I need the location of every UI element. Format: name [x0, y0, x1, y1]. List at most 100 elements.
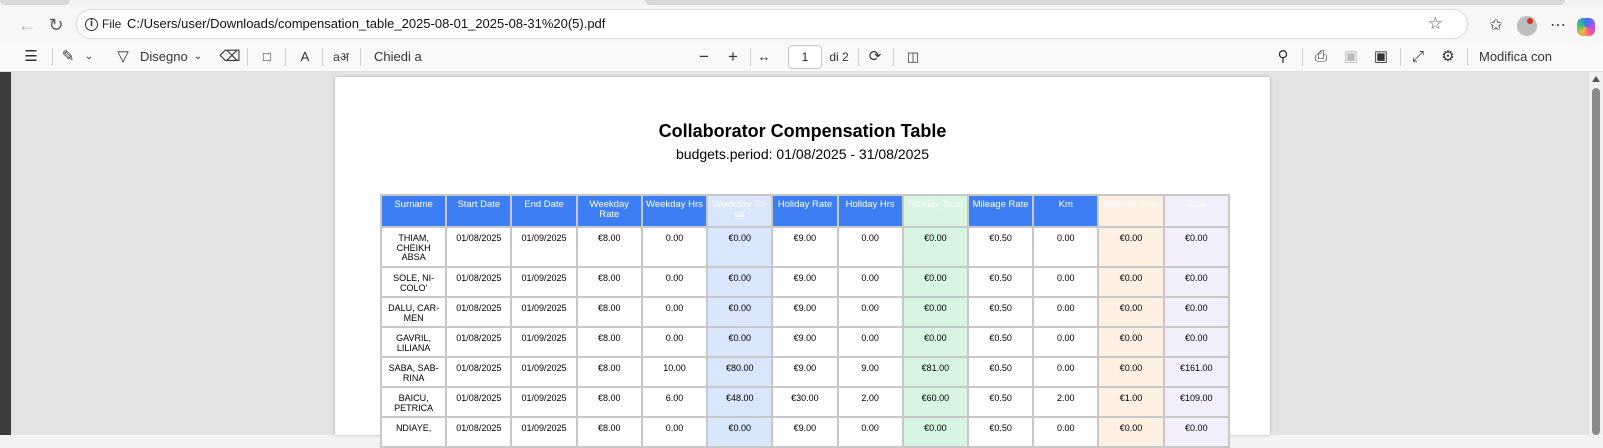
column-header: Holiday Total [903, 196, 967, 226]
info-icon[interactable]: i [85, 18, 98, 31]
table-cell-km: 0.00 [1034, 418, 1098, 446]
table-cell-mil-total: €1.00 [1099, 388, 1163, 416]
draw-button[interactable]: Disegno [140, 46, 188, 68]
column-header: End Date [512, 196, 576, 226]
table-cell-wd-hrs: 0.00 [642, 328, 707, 356]
table-cell-wd-rate: €8.00 [577, 418, 641, 446]
document-subtitle: budgets.period: 01/08/2025 - 31/08/2025 [676, 146, 929, 162]
table-cell-mil-rate: €0.50 [968, 418, 1033, 446]
table-cell-hol-rate: €30.00 [773, 388, 837, 416]
table-cell-km: 2.00 [1034, 388, 1098, 416]
divider [858, 48, 859, 66]
address-bar[interactable]: i File C:/Users/user/Downloads/compensat… [76, 9, 1468, 39]
pdf-viewer[interactable]: Collaborator Compensation Table budgets.… [0, 72, 1603, 448]
divider [893, 48, 894, 66]
table-header-row: Surname Start Date End Date Weekday Rate… [382, 196, 1228, 226]
url-text[interactable]: C:/Users/user/Downloads/compensation_tab… [127, 16, 605, 31]
table-cell-mil-rate: €0.50 [968, 268, 1033, 296]
settings-gear-icon[interactable]: ⚙ [1437, 46, 1459, 68]
table-cell-hol-hrs: 0.00 [838, 268, 902, 296]
save-icon[interactable]: ▣ [1340, 46, 1362, 68]
table-cell-start: 01/08/2025 [447, 418, 511, 446]
column-header: Mileage Total [1099, 196, 1163, 226]
table-cell-end: 01/09/2025 [512, 358, 576, 386]
table-cell-wd-rate: €8.00 [577, 268, 641, 296]
table-cell-mil-total: €0.00 [1099, 328, 1163, 356]
translate-icon[interactable]: aअ [330, 46, 352, 68]
table-cell-mil-total: €0.00 [1099, 228, 1163, 266]
text-box-icon[interactable]: □ [256, 46, 278, 68]
refresh-icon[interactable]: ↻ [45, 14, 67, 36]
column-header: Holiday Hrs [838, 196, 902, 226]
table-row: DALU, CAR-MEN 01/08/2025 01/09/2025 €8.00 0.… [382, 298, 1228, 326]
scroll-thumb[interactable] [1592, 88, 1600, 435]
favorite-star-icon[interactable]: ☆ [1428, 14, 1443, 34]
table-cell-wd-total: €0.00 [708, 298, 772, 326]
column-header: Start Date [447, 196, 511, 226]
table-cell-end: 01/09/2025 [512, 328, 576, 356]
draw-icon[interactable]: ▽ [112, 46, 134, 68]
fit-width-icon[interactable]: ↔ [753, 46, 775, 68]
page-number-input[interactable]: 1 [788, 45, 822, 69]
table-cell-end: 01/09/2025 [512, 228, 576, 266]
table-cell-hol-total: €0.00 [903, 268, 967, 296]
table-cell-hol-total: €81.00 [903, 358, 967, 386]
favorites-icon[interactable]: ✩ [1485, 15, 1507, 37]
divider [322, 48, 323, 66]
scroll-up-icon[interactable] [1592, 76, 1600, 82]
fullscreen-icon[interactable]: ⤢ [1407, 46, 1429, 68]
table-cell-surname: NDIAYE, [382, 418, 446, 446]
table-cell-surname: SOLE, NI-COLO' [382, 268, 446, 296]
contents-list-icon[interactable]: ☰ [20, 46, 42, 68]
table-cell-hol-rate: €9.00 [773, 268, 837, 296]
table-cell-mil-total: €0.00 [1099, 358, 1163, 386]
ask-copilot-button[interactable]: Chiedi a Copilot [374, 46, 464, 86]
table-cell-hol-hrs: 0.00 [838, 328, 902, 356]
left-edge [0, 72, 11, 435]
table-cell-end: 01/09/2025 [512, 298, 576, 326]
read-aloud-icon[interactable]: A [294, 46, 316, 68]
save-as-icon[interactable]: ▣ [1370, 46, 1392, 68]
print-icon[interactable]: ⎙ [1310, 46, 1332, 68]
table-cell-total: €109.00 [1164, 388, 1228, 416]
table-cell-mil-rate: €0.50 [968, 388, 1033, 416]
table-cell-hol-hrs: 9.00 [838, 358, 902, 386]
chevron-down-icon[interactable]: ⌄ [191, 46, 205, 68]
back-arrow-icon[interactable]: ← [16, 14, 38, 36]
divider [247, 48, 248, 66]
table-cell-total: €161.00 [1164, 358, 1228, 386]
table-cell-wd-hrs: 6.00 [642, 388, 707, 416]
divider [360, 48, 361, 66]
table-cell-wd-rate: €8.00 [577, 298, 641, 326]
table-cell-hol-rate: €9.00 [773, 298, 837, 326]
column-header: Total [1164, 196, 1228, 226]
copilot-icon[interactable] [1577, 18, 1595, 36]
eraser-icon[interactable]: ⌫ [219, 46, 241, 68]
table-cell-km: 0.00 [1034, 358, 1098, 386]
edit-with-acrobat-button[interactable]: Modifica con Acrobat [1479, 46, 1594, 86]
rotate-icon[interactable]: ⟳ [864, 46, 886, 68]
table-cell-mil-rate: €0.50 [968, 228, 1033, 266]
table-cell-wd-total: €0.00 [708, 328, 772, 356]
zoom-out-icon[interactable]: − [693, 46, 715, 68]
table-row: SOLE, NI-COLO' 01/08/2025 01/09/2025 €8.00 0… [382, 268, 1228, 296]
table-row: SABA, SAB-RINA 01/08/2025 01/09/2025 €8.00 1… [382, 358, 1228, 386]
table-cell-km: 0.00 [1034, 298, 1098, 326]
zoom-in-icon[interactable]: + [722, 46, 744, 68]
tab-sliver[interactable] [0, 0, 70, 5]
table-cell-hol-rate: €9.00 [773, 418, 837, 446]
divider [1400, 48, 1401, 66]
vertical-scrollbar[interactable] [1589, 72, 1603, 435]
table-cell-hol-total: €0.00 [903, 418, 967, 446]
tab-sliver[interactable] [645, 0, 1565, 5]
table-cell-start: 01/08/2025 [447, 328, 511, 356]
chevron-down-icon[interactable]: ⌄ [82, 46, 96, 68]
table-row: THIAM, CHEIKH ABSA 01/08/2025 01/09/2025 €8… [382, 228, 1228, 266]
page-view-icon[interactable]: ◫ [902, 46, 924, 68]
table-cell-hol-rate: €9.00 [773, 228, 837, 266]
column-header: Holiday Rate [773, 196, 837, 226]
highlight-icon[interactable]: ✎ [57, 46, 79, 68]
more-icon[interactable]: ⋯ [1547, 15, 1569, 37]
search-icon[interactable]: ⚲ [1272, 46, 1294, 68]
table-cell-km: 0.00 [1034, 228, 1098, 266]
